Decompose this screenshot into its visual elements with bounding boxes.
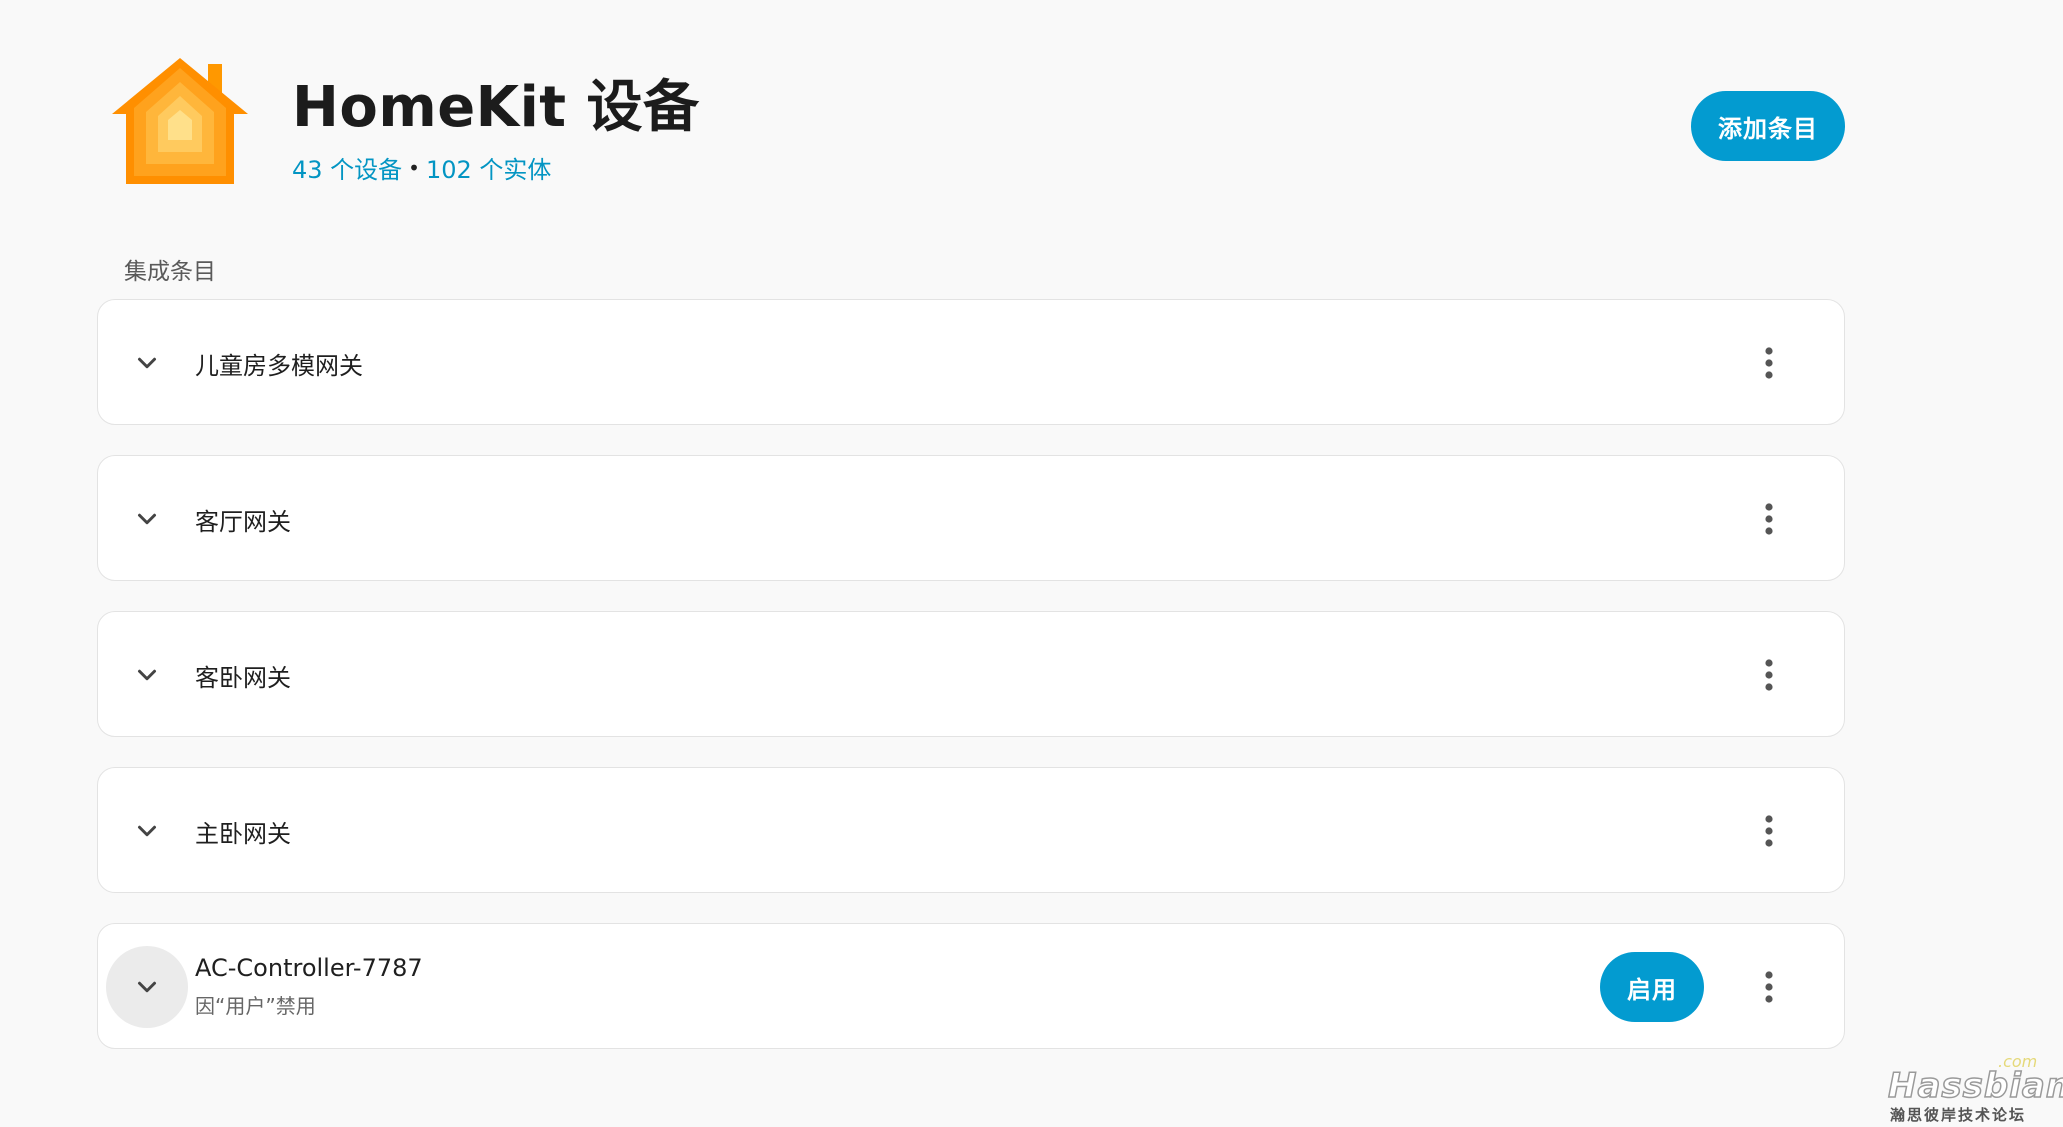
- entry-menu-button[interactable]: [1744, 962, 1794, 1012]
- page-title: HomeKit 设备: [292, 75, 700, 140]
- homekit-house-icon: [112, 58, 248, 184]
- integration-entry: 主卧网关: [97, 767, 1845, 893]
- more-vertical-icon: [1765, 971, 1773, 1003]
- devices-count-link[interactable]: 43 个设备: [292, 150, 402, 185]
- entry-title: 儿童房多模网关: [195, 351, 363, 380]
- summary-separator: •: [408, 155, 420, 180]
- more-vertical-icon: [1765, 503, 1773, 535]
- entry-title: 客卧网关: [195, 663, 291, 692]
- add-entry-button[interactable]: 添加条目: [1691, 91, 1845, 161]
- enable-button[interactable]: 启用: [1600, 952, 1704, 1022]
- expand-toggle[interactable]: [106, 322, 188, 404]
- integration-summary: 43 个设备 • 102 个实体: [292, 150, 551, 185]
- section-heading: 集成条目: [124, 259, 216, 285]
- chevron-down-icon: [138, 825, 156, 837]
- homekit-integration-page: HomeKit 设备 43 个设备 • 102 个实体 添加条目 集成条目 儿童…: [0, 0, 2063, 1127]
- integration-entry: 客卧网关: [97, 611, 1845, 737]
- integration-entry: 客厅网关: [97, 455, 1845, 581]
- hassbian-watermark: .com Hassbian 瀚思彼岸技术论坛: [1887, 1052, 2063, 1124]
- entry-menu-button[interactable]: [1744, 494, 1794, 544]
- chevron-down-icon: [138, 669, 156, 681]
- entry-title: AC-Controller-7787: [195, 954, 423, 982]
- chevron-down-icon: [138, 513, 156, 525]
- watermark-caption: 瀚思彼岸技术论坛: [1890, 1106, 2027, 1124]
- expand-toggle[interactable]: [106, 634, 188, 716]
- chevron-down-icon: [138, 357, 156, 369]
- entities-count-link[interactable]: 102 个实体: [426, 150, 551, 185]
- expand-toggle[interactable]: [106, 478, 188, 560]
- integration-entry: 儿童房多模网关: [97, 299, 1845, 425]
- more-vertical-icon: [1765, 815, 1773, 847]
- watermark-logo-text: Hassbian: [1887, 1065, 2063, 1107]
- entry-menu-button[interactable]: [1744, 806, 1794, 856]
- integration-entry-disabled: AC-Controller-7787 因“用户”禁用 启用: [97, 923, 1845, 1049]
- chevron-down-icon: [138, 981, 156, 993]
- entry-title: 主卧网关: [195, 819, 291, 848]
- entry-menu-button[interactable]: [1744, 650, 1794, 700]
- expand-toggle[interactable]: [106, 790, 188, 872]
- entry-menu-button[interactable]: [1744, 338, 1794, 388]
- expand-toggle[interactable]: [106, 946, 188, 1028]
- more-vertical-icon: [1765, 659, 1773, 691]
- disabled-reason: 因“用户”禁用: [195, 994, 316, 1018]
- more-vertical-icon: [1765, 347, 1773, 379]
- entry-title: 客厅网关: [195, 507, 291, 536]
